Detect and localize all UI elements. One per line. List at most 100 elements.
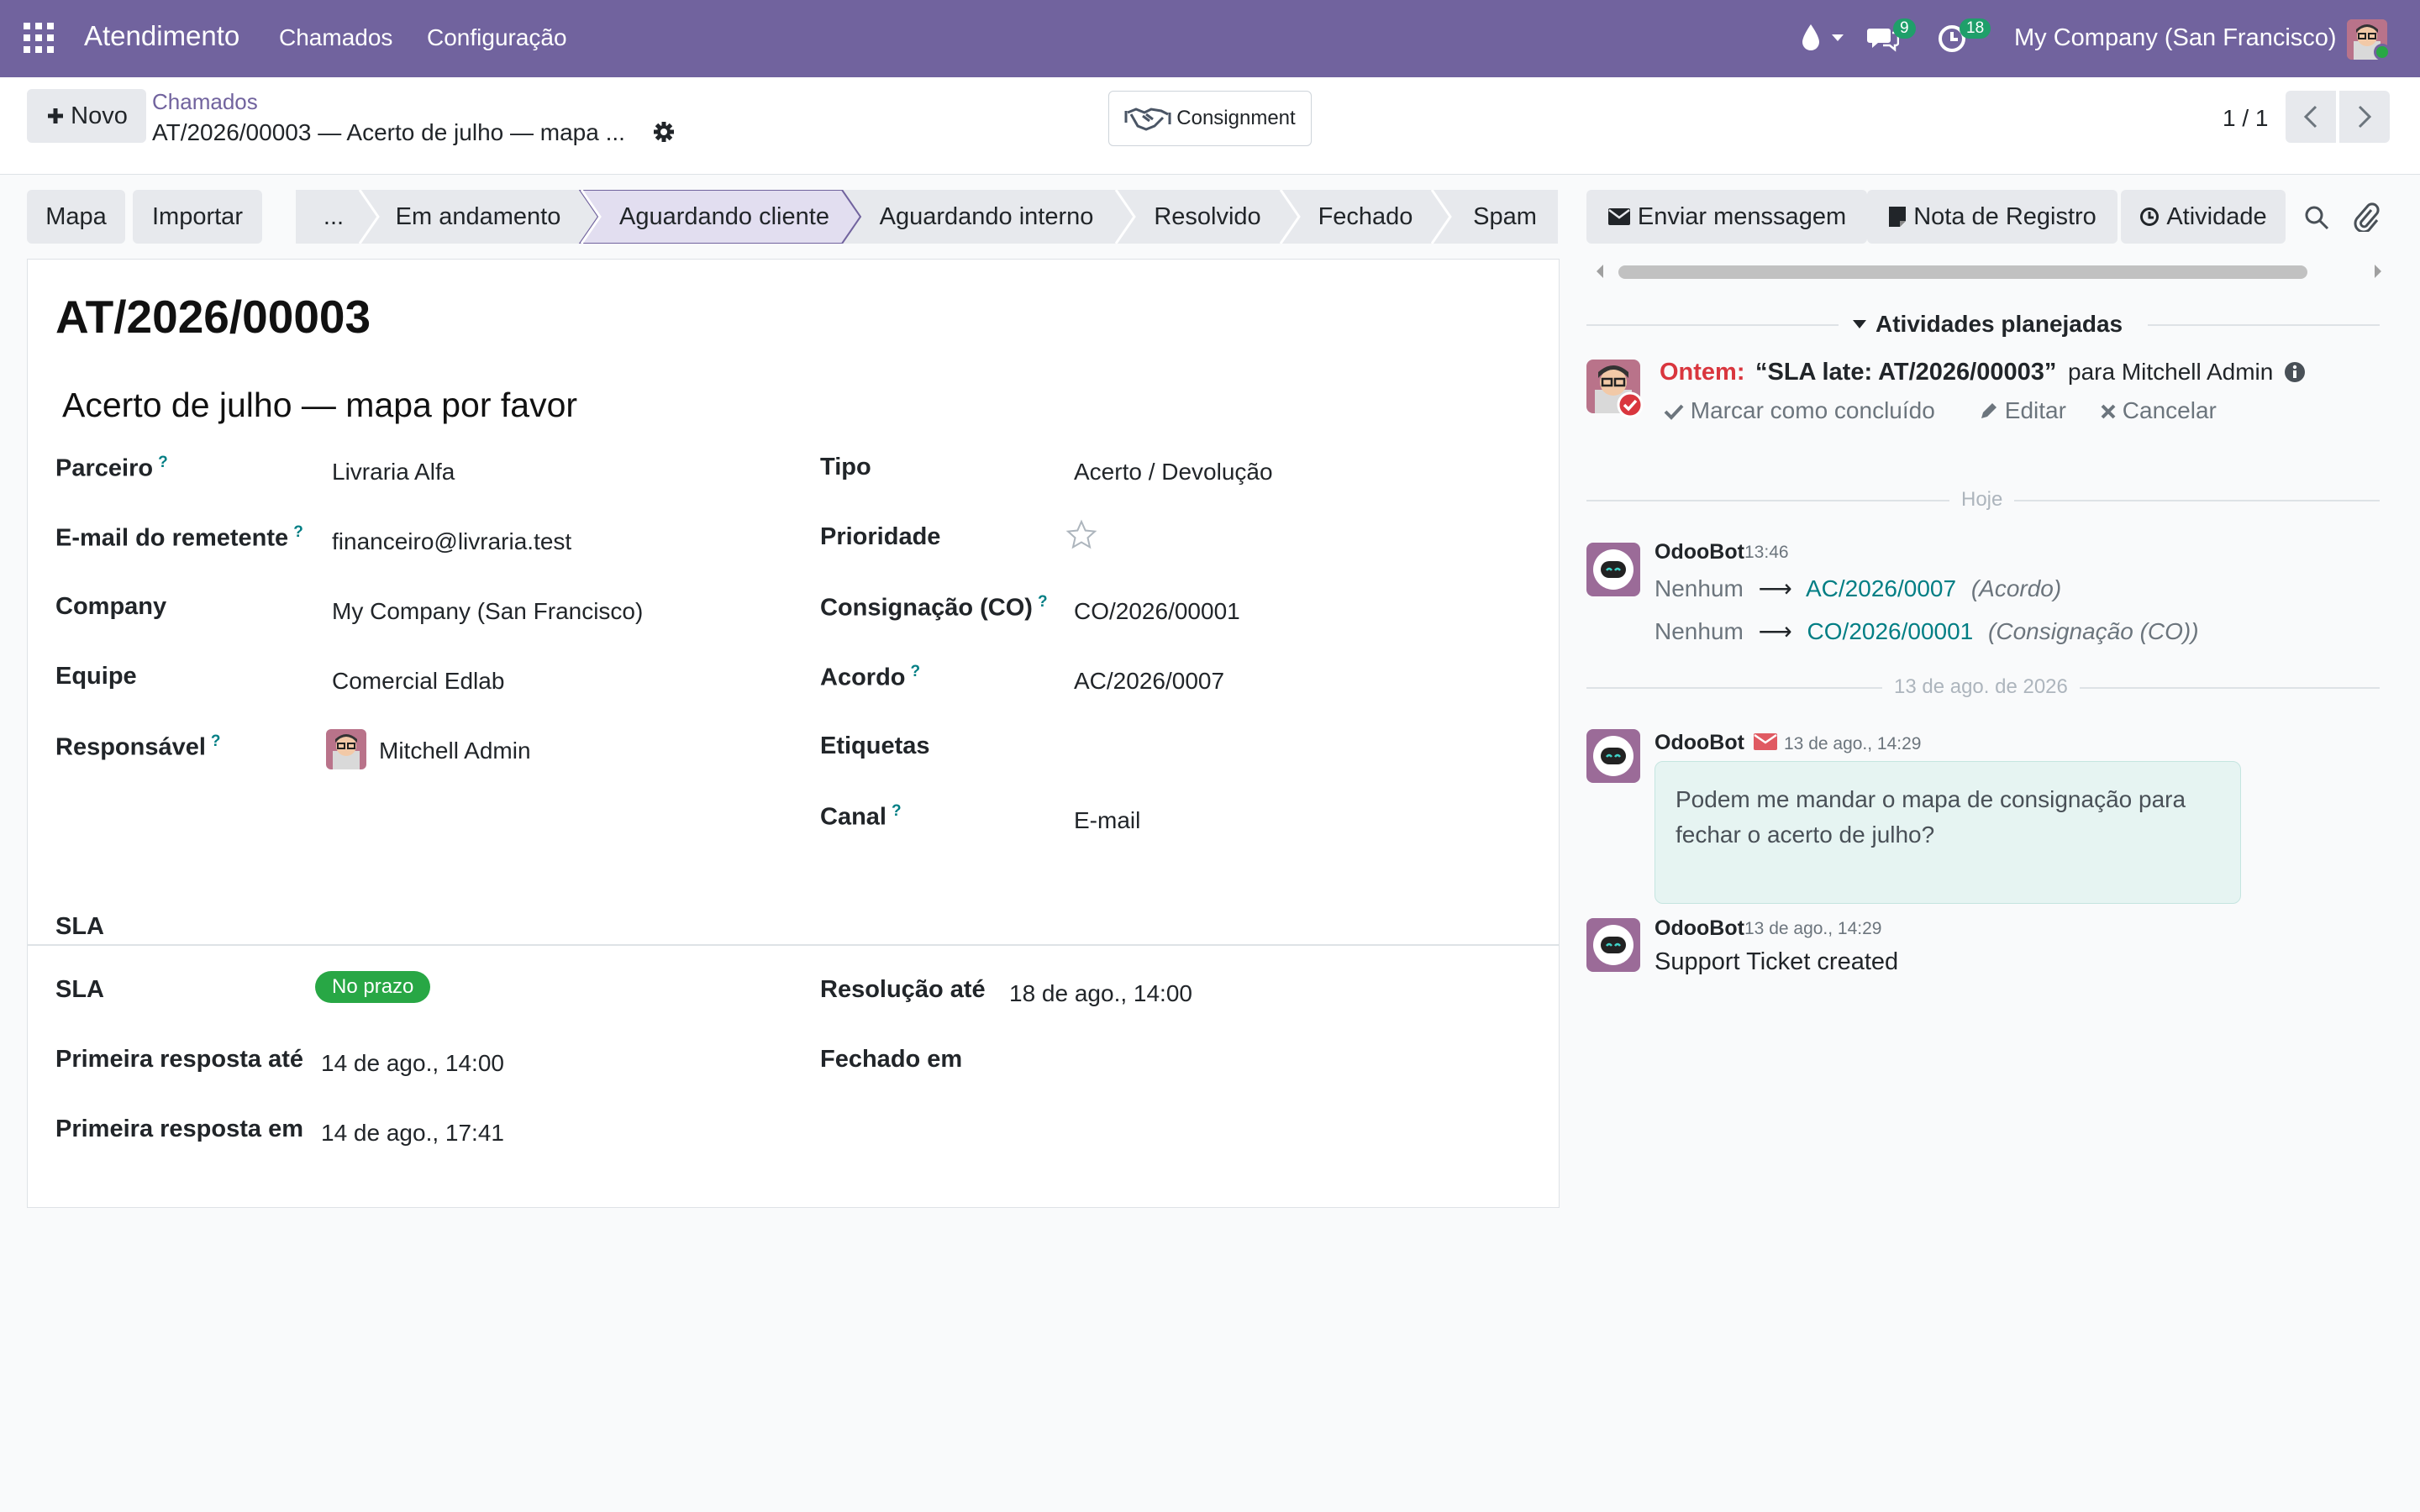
field-value-email-remetente[interactable]: financeiro@livraria.test	[332, 528, 571, 555]
menu-configuracao[interactable]: Configuração	[427, 24, 567, 51]
ticket-subject[interactable]: Acerto de julho — mapa por favor	[62, 386, 577, 425]
responsible-avatar	[326, 729, 366, 769]
field-value-responsavel[interactable]: Mitchell Admin	[379, 738, 531, 764]
email-envelope-icon	[1754, 733, 1777, 750]
stage-spam[interactable]: Spam	[1452, 190, 1558, 244]
new-button[interactable]: Novo	[27, 89, 146, 143]
chevron-down-icon[interactable]	[1831, 34, 1844, 42]
note-icon	[1889, 207, 1907, 227]
top-navbar: Atendimento Chamados Configuração 9 18 M…	[0, 0, 2420, 77]
stage-more[interactable]: ...	[296, 190, 371, 244]
message-bubble: Podem me mandar o mapa de consignação pa…	[1655, 761, 2241, 904]
log-note-button[interactable]: Nota de Registro	[1867, 190, 2118, 244]
info-icon[interactable]	[2284, 361, 2306, 383]
close-icon	[2101, 404, 2116, 419]
priority-star-icon[interactable]	[1065, 519, 1097, 551]
field-value-parceiro[interactable]: Livraria Alfa	[332, 459, 455, 486]
odoobot-avatar	[1586, 543, 1640, 596]
first-response-at-label: Primeira resposta em	[55, 1116, 303, 1142]
envelope-icon	[1607, 208, 1630, 225]
activity-button[interactable]: Atividade	[2121, 190, 2286, 244]
stage-statusbar: ... Em andamento Aguardando cliente Agua…	[296, 190, 1558, 244]
field-label-company: Company	[55, 593, 167, 620]
field-label-acordo: Acordo?	[820, 663, 921, 691]
activities-count-badge: 18	[1960, 18, 1991, 39]
breadcrumb-parent[interactable]: Chamados	[152, 89, 258, 115]
stage-em-andamento[interactable]: Em andamento	[378, 190, 578, 244]
message-body: Support Ticket created	[1655, 948, 1899, 975]
scroll-right-icon[interactable]	[2373, 264, 2383, 279]
stage-fechado[interactable]: Fechado	[1301, 190, 1430, 244]
gear-icon[interactable]	[652, 120, 676, 144]
field-value-canal[interactable]: E-mail	[1074, 807, 1140, 834]
control-panel: Novo Chamados AT/2026/00003 — Acerto de …	[0, 77, 2420, 175]
plus-icon	[48, 108, 64, 123]
pager-value[interactable]: 1 / 1	[2223, 105, 2268, 132]
scroll-left-icon[interactable]	[1595, 264, 1605, 279]
planned-separator-right	[2148, 324, 2380, 326]
map-button[interactable]: Mapa	[27, 190, 125, 244]
pencil-icon	[1981, 403, 1996, 418]
messages-count-badge: 9	[1893, 18, 1916, 39]
paperclip-icon[interactable]	[2353, 202, 2380, 232]
chevron-left-icon	[2303, 105, 2317, 129]
message-time: 13 de ago., 14:29	[1744, 919, 1882, 938]
app-name[interactable]: Atendimento	[84, 20, 239, 52]
send-message-button[interactable]: Enviar menssagem	[1586, 190, 1867, 244]
field-label-email-remetente: E-mail do remetente?	[55, 523, 303, 552]
pager-previous-button[interactable]	[2286, 91, 2336, 143]
field-value-company[interactable]: My Company (San Francisco)	[332, 598, 643, 625]
online-status-dot	[2374, 44, 2391, 60]
stage-aguardando-interno[interactable]: Aguardando interno	[860, 190, 1113, 244]
send-message-label: Enviar menssagem	[1637, 202, 1847, 230]
odoobot-avatar	[1586, 729, 1640, 783]
planned-activities-title[interactable]: Atividades planejadas	[1876, 311, 2123, 338]
check-icon	[1664, 404, 1684, 420]
handshake-icon	[1124, 108, 1171, 131]
message-author[interactable]: OdooBot	[1655, 731, 1744, 755]
studio-drop-icon[interactable]	[1799, 23, 1823, 53]
tracking-line-acordo: Nenhum ⟶ AC/2026/0007 (Acordo)	[1655, 575, 2062, 601]
consignment-button-label: Consignment	[1176, 107, 1296, 129]
field-value-consignacao[interactable]: CO/2026/00001	[1074, 598, 1240, 625]
search-icon[interactable]	[2304, 205, 2329, 230]
message-time: 13 de ago., 14:29	[1784, 734, 1922, 753]
resolution-due-value: 18 de ago., 14:00	[1009, 980, 1192, 1006]
caret-down-icon[interactable]	[1852, 319, 1867, 329]
stage-aguardando-cliente[interactable]: Aguardando cliente	[598, 190, 850, 244]
message-body-line-2: fechar o acerto de julho?	[1676, 822, 1935, 848]
apps-menu-icon[interactable]	[24, 23, 54, 53]
date-separator-label: 13 de ago. de 2026	[1882, 675, 2080, 699]
activity-due-label: Ontem:	[1660, 359, 1745, 386]
consignment-smart-button[interactable]: Consignment	[1108, 91, 1312, 146]
sla-label: SLA	[55, 976, 104, 1003]
breadcrumb-current: AT/2026/00003 — Acerto de julho — mapa .…	[152, 119, 625, 145]
field-label-prioridade: Prioridade	[820, 523, 941, 550]
field-value-tipo[interactable]: Acerto / Devolução	[1074, 459, 1273, 486]
chatter-horizontal-scrollbar[interactable]	[1618, 265, 2307, 279]
activity-summary: “SLA late: AT/2026/00003”	[1755, 359, 2057, 386]
menu-chamados[interactable]: Chamados	[279, 24, 392, 51]
field-label-tipo: Tipo	[820, 454, 871, 480]
import-button[interactable]: Importar	[133, 190, 262, 244]
chevron-right-icon	[2358, 105, 2372, 129]
closed-at-label: Fechado em	[820, 1046, 963, 1073]
message-author[interactable]: OdooBot	[1655, 540, 1744, 564]
pager-next-button[interactable]	[2339, 91, 2390, 143]
activity-done-check-icon	[1617, 391, 1644, 418]
field-label-etiquetas: Etiquetas	[820, 732, 930, 759]
mark-done-link[interactable]: Marcar como concluído	[1664, 397, 1935, 424]
field-value-etiquetas[interactable]	[1074, 738, 1494, 766]
field-value-equipe[interactable]: Comercial Edlab	[332, 668, 504, 695]
message-author[interactable]: OdooBot	[1655, 916, 1744, 941]
stage-resolvido[interactable]: Resolvido	[1136, 190, 1279, 244]
field-value-acordo[interactable]: AC/2026/0007	[1074, 668, 1224, 695]
ticket-reference: AT/2026/00003	[55, 291, 371, 343]
first-response-at-value: 14 de ago., 17:41	[321, 1120, 504, 1146]
activity-assignee: para Mitchell Admin	[2068, 359, 2274, 385]
cancel-activity-link[interactable]: Cancelar	[2101, 397, 2217, 424]
first-response-due-label: Primeira resposta até	[55, 1046, 303, 1073]
edit-activity-link[interactable]: Editar	[1980, 397, 2066, 424]
company-switcher[interactable]: My Company (San Francisco)	[2014, 24, 2337, 52]
odoobot-avatar	[1586, 918, 1640, 972]
